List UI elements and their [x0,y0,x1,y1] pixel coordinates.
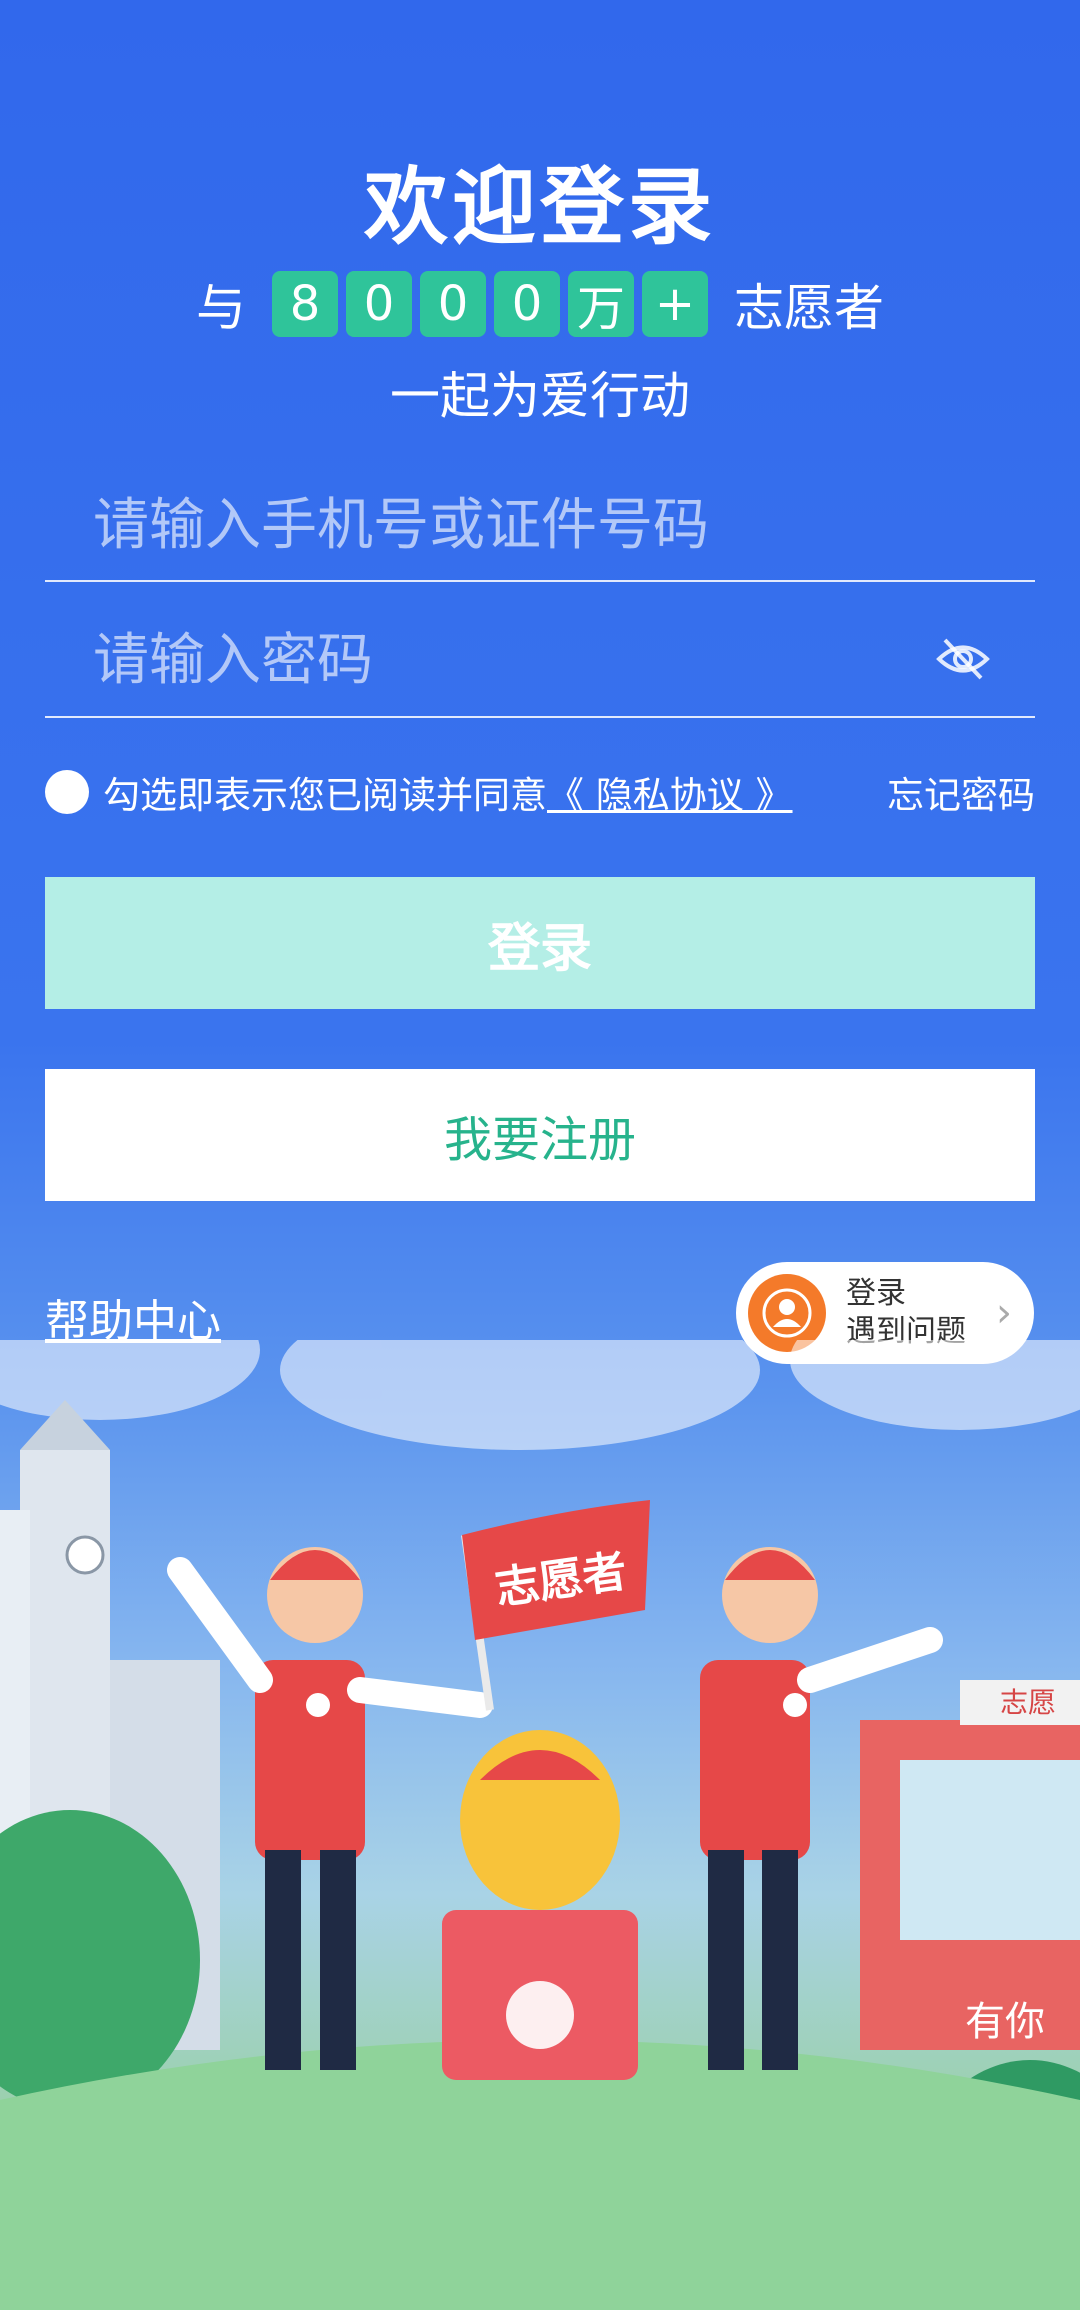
forgot-password-link[interactable]: 忘记密码 [887,765,1035,819]
booth-bottom-text: 有你 [965,1999,1045,2045]
agreement-checkbox[interactable] [45,770,89,814]
booth-sign: 志愿 [1000,1686,1056,1719]
volunteer-illustration: 志愿 有你 志愿者 [0,1340,1080,2310]
volunteer-man [167,1547,493,2070]
eye-hidden-icon[interactable] [935,634,991,684]
page-title: 欢迎登录 [363,158,716,256]
counter-suffix: 志愿者 [734,279,884,337]
mascot [442,1730,638,2080]
counter-digit: 8 [272,271,338,337]
counter-digit: 万 [568,271,634,337]
agreement-row: 勾选即表示您已阅读并同意 《 隐私协议 》 忘记密码 [45,764,1035,820]
page-subtitle: 一起为爱行动 [390,367,690,425]
agreement-text: 勾选即表示您已阅读并同意 [103,774,547,817]
volunteer-booth: 志愿 有你 [860,1680,1080,2050]
counter-prefix: 与 [196,279,246,337]
account-field [45,470,1035,582]
privacy-agreement-link[interactable]: 《 隐私协议 》 [547,765,793,819]
counter-digit: 0 [346,271,412,337]
counter-digit: 0 [420,271,486,337]
account-input[interactable] [45,470,1035,580]
password-field [45,604,1035,718]
volunteer-counter: 与 8 0 0 0 万 + 志愿者 [0,268,1080,340]
password-input[interactable] [45,604,1035,716]
volunteer-flag: 志愿者 [461,1500,650,1711]
counter-digit: + [642,271,708,337]
clouds [0,1340,1080,1450]
login-page: 欢迎登录 与 8 0 0 0 万 + 志愿者 一起为爱行动 勾选即表示您已阅读并… [0,0,1080,2310]
ground [0,2040,1080,2310]
issue-line1: 登录 [846,1276,906,1311]
chevron-right-icon: › [996,1290,1012,1336]
counter-digit: 0 [494,271,560,337]
login-button[interactable]: 登录 [45,877,1035,1009]
register-button[interactable]: 我要注册 [45,1069,1035,1201]
